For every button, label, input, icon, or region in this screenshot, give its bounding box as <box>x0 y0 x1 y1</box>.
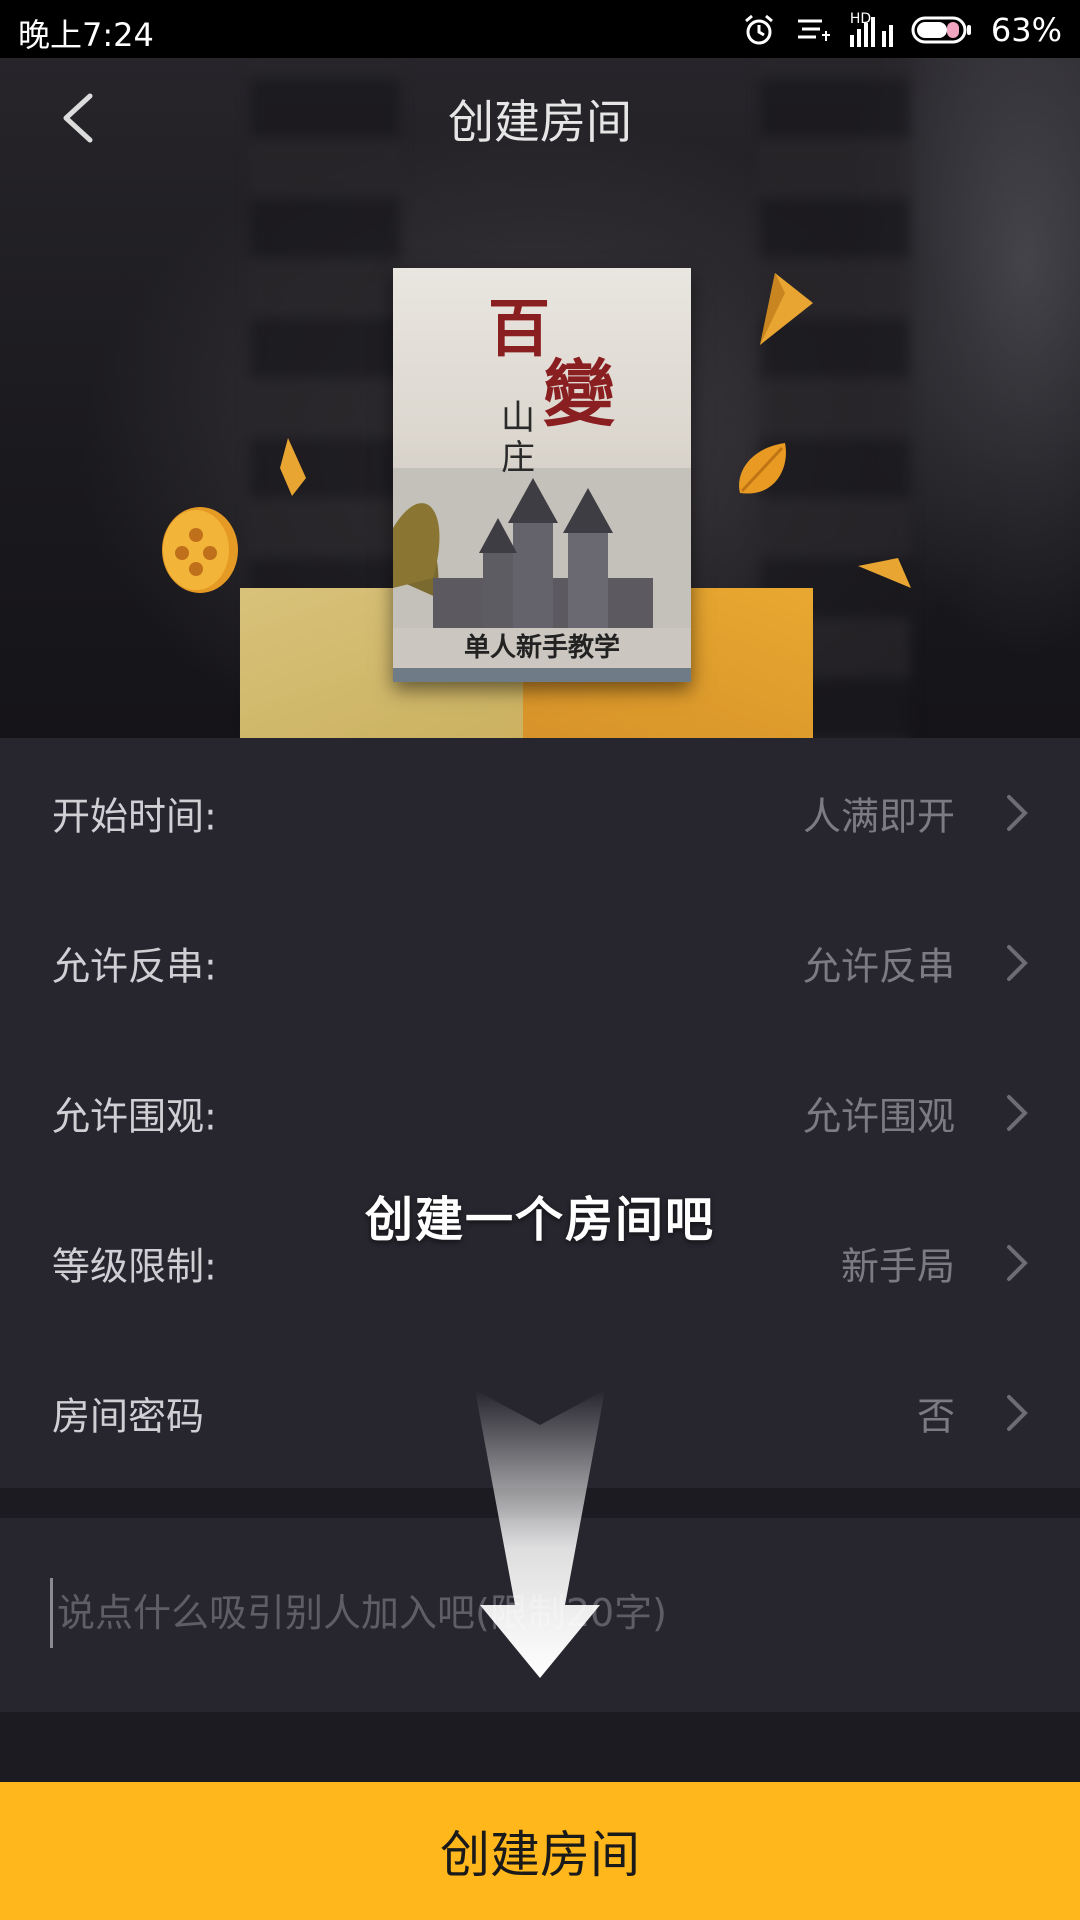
shard-decoration <box>280 438 306 496</box>
page-title: 创建房间 <box>448 95 632 149</box>
shard-decoration <box>858 558 911 588</box>
room-settings-list: 开始时间: 人满即开 允许反串: 允许反串 允许围观: 允许围观 等级限制: 新… <box>0 738 1080 1488</box>
chevron-right-icon <box>1007 945 1028 981</box>
setting-value: 否 <box>916 1394 955 1439</box>
setting-allow-crossplay[interactable]: 允许反串: 允许反串 <box>0 888 1080 1038</box>
hero-banner: 创建房间 百 變 山庄 单人新手教学 <box>0 58 1080 738</box>
back-chevron-icon <box>63 93 93 143</box>
setting-label: 允许反串: <box>52 944 217 989</box>
create-room-button[interactable]: 创建房间 <box>0 1782 1080 1920</box>
cover-title-char: 變 <box>543 351 616 436</box>
alarm-icon <box>744 14 773 45</box>
description-panel <box>0 1518 1080 1712</box>
setting-label: 允许围观: <box>52 1094 217 1139</box>
battery-icon <box>911 16 971 44</box>
setting-room-password[interactable]: 房间密码 否 <box>0 1338 1080 1488</box>
notification-icon <box>797 19 830 41</box>
network-type-label: HD <box>849 11 872 27</box>
setting-value: 允许反串 <box>802 944 955 989</box>
setting-value: 允许围观 <box>802 1094 955 1139</box>
screen: 晚上7:24 HD 63% 创建房间 百 變 山庄 单人新手教学 开始时间: 人… <box>0 0 1080 1920</box>
setting-label: 房间密码 <box>52 1394 205 1439</box>
setting-value: 人满即开 <box>802 794 955 839</box>
battery-percent: 63% <box>990 11 1062 49</box>
back-button[interactable] <box>52 88 112 148</box>
status-icons: HD 63% <box>742 8 1062 52</box>
room-description-input[interactable] <box>50 1578 1037 1648</box>
setting-label: 开始时间: <box>52 794 217 839</box>
setting-allow-spectators[interactable]: 允许围观: 允许围观 <box>0 1038 1080 1188</box>
status-time: 晚上7:24 <box>18 16 154 54</box>
guide-hint-text: 创建一个房间吧 <box>364 1192 715 1248</box>
chevron-right-icon <box>1007 1395 1028 1431</box>
film-reel-icon <box>162 507 238 593</box>
signal-icon: HD <box>849 11 893 47</box>
shard-decoration <box>760 273 813 345</box>
chevron-right-icon <box>1007 1095 1028 1131</box>
setting-start-time[interactable]: 开始时间: 人满即开 <box>0 738 1080 888</box>
script-cover[interactable]: 百 變 山庄 单人新手教学 <box>393 268 691 682</box>
cover-band-label: 单人新手教学 <box>393 628 691 668</box>
cover-subtitle: 山庄 <box>501 398 535 478</box>
leaf-icon <box>739 443 786 494</box>
chevron-right-icon <box>1007 795 1028 831</box>
status-bar: 晚上7:24 HD 63% <box>0 0 1080 58</box>
cover-title-char: 百 <box>488 292 551 365</box>
